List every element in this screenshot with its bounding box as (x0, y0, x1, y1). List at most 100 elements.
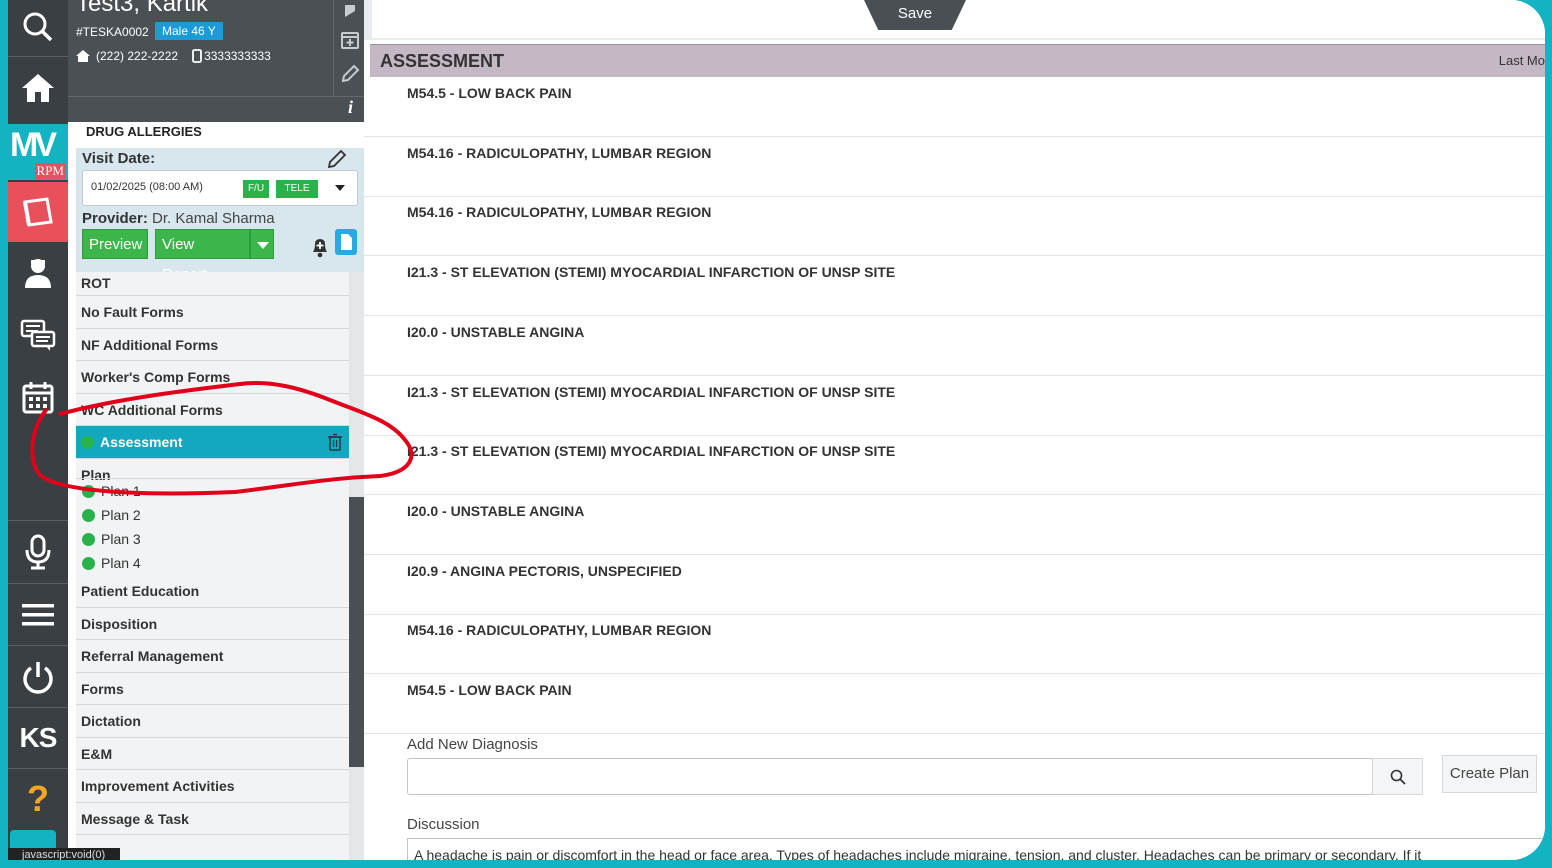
visit-date-select[interactable]: 01/02/2025 (08:00 AM) F/U TELE (82, 170, 358, 206)
chat-icon[interactable] (8, 310, 68, 360)
search-icon[interactable] (8, 4, 68, 50)
help-icon[interactable]: ? (8, 774, 68, 824)
diagnosis-row[interactable]: M54.16 - RADICULOPATHY, LUMBAR REGION (364, 137, 1545, 197)
view-report-button[interactable]: View Report (155, 229, 250, 283)
bell-add-icon[interactable] (310, 236, 330, 263)
visit-date-label: Visit Date: (82, 150, 156, 167)
search-icon (1390, 769, 1406, 785)
edit-patient-icon[interactable] (338, 62, 362, 86)
diagnosis-row[interactable]: M54.16 - RADICULOPATHY, LUMBAR REGION (364, 196, 1545, 257)
nav-item-disposition[interactable]: Disposition (76, 608, 349, 640)
nav-item-dictation[interactable]: Dictation (76, 705, 349, 738)
home-icon[interactable] (8, 64, 68, 112)
notebook-icon[interactable] (8, 182, 68, 242)
nav-scrollbar-thumb[interactable] (349, 497, 364, 767)
nav-item-e-m[interactable]: E&M (76, 738, 349, 770)
plan-item-label: Plan 1 (101, 483, 141, 499)
status-dot (82, 532, 95, 546)
diagnosis-label: M54.16 - RADICULOPATHY, LUMBAR REGION (407, 622, 712, 639)
drug-allergies-label[interactable]: DRUG ALLERGIES (76, 122, 364, 148)
plan-item-3[interactable]: Plan 3 (82, 527, 141, 551)
diagnosis-row[interactable]: I20.9 - ANGINA PECTORIS, UNSPECIFIED (364, 555, 1545, 615)
diagnosis-search-button[interactable] (1372, 758, 1423, 795)
diagnosis-row[interactable]: I20.0 - UNSTABLE ANGINA (364, 495, 1545, 555)
microphone-icon[interactable] (8, 528, 68, 576)
diagnosis-row[interactable]: I21.3 - ST ELEVATION (STEMI) MYOCARDIAL … (364, 435, 1545, 496)
telehealth-tag: TELE (276, 180, 318, 198)
nav-item-message-task[interactable]: Message & Task (76, 803, 349, 835)
nav-item-assessment[interactable]: Assessment (76, 426, 349, 459)
app-frame: MV RPM KS ? Test3, Kartik #TESKA0002 Mal… (8, 0, 1545, 860)
main-content: Save ASSESSMENT Last Mo M54.5 - LOW BACK… (364, 0, 1545, 860)
section-title: ASSESSMENT (380, 51, 505, 71)
save-button[interactable]: Save (864, 0, 966, 30)
diagnosis-row[interactable]: M54.5 - LOW BACK PAIN (364, 674, 1545, 734)
diagnosis-label: I20.9 - ANGINA PECTORIS, UNSPECIFIED (407, 562, 682, 579)
nav-item-referral-management[interactable]: Referral Management (76, 640, 349, 673)
discussion-label: Discussion (407, 816, 480, 833)
plan-item-label: Plan 3 (101, 531, 141, 547)
mobile-phone: 3333333333 (204, 49, 271, 63)
diagnosis-row[interactable]: I20.0 - UNSTABLE ANGINA (364, 316, 1545, 376)
diagnosis-row[interactable]: M54.16 - RADICULOPATHY, LUMBAR REGION (364, 614, 1545, 675)
diagnosis-row[interactable]: I21.3 - ST ELEVATION (STEMI) MYOCARDIAL … (364, 376, 1545, 436)
patient-name[interactable]: Test3, Kartik (76, 0, 208, 18)
calendar-icon[interactable] (8, 372, 68, 422)
diagnosis-label: I20.0 - UNSTABLE ANGINA (407, 502, 585, 519)
section-nav: ROT No Fault Forms NF Additional Forms Work… (76, 272, 349, 860)
chevron-down-icon (335, 185, 345, 191)
help-glyph: ? (27, 778, 49, 819)
user-initials[interactable]: KS (8, 714, 68, 762)
nav-item-rot[interactable]: ROT (76, 272, 349, 296)
diagnosis-row[interactable]: M54.5 - LOW BACK PAIN (364, 77, 1545, 137)
followup-tag: F/U (243, 180, 269, 198)
status-tooltip: javascript:void(0) (8, 848, 120, 860)
nav-item-worker-s-comp-forms[interactable]: Worker's Comp Forms (76, 361, 349, 394)
add-diagnosis-label: Add New Diagnosis (407, 736, 538, 753)
diagnosis-label: I21.3 - ST ELEVATION (STEMI) MYOCARDIAL … (407, 264, 896, 281)
nav-item-label: Assessment (100, 434, 183, 450)
view-report-dropdown[interactable] (250, 229, 274, 259)
mobile-phone-icon (192, 49, 202, 63)
assessment-header: ASSESSMENT Last Mo (370, 44, 1545, 77)
add-diagnosis-input[interactable] (407, 758, 1373, 795)
plan-item-1[interactable]: Plan 1 (82, 479, 141, 503)
diagnosis-label: I21.3 - ST ELEVATION (STEMI) MYOCARDIAL … (407, 383, 896, 400)
diagnosis-label: M54.16 - RADICULOPATHY, LUMBAR REGION (407, 144, 712, 161)
plan-item-label: Plan 2 (101, 507, 141, 523)
diagnosis-label: I20.0 - UNSTABLE ANGINA (407, 323, 585, 340)
rpm-logo[interactable]: MV RPM (8, 124, 68, 180)
user-initials-text: KS (19, 722, 58, 753)
nav-item-patient-education[interactable]: Patient Education (76, 575, 349, 608)
nav-item-nf-additional-forms[interactable]: NF Additional Forms (76, 329, 349, 361)
calendar-add-icon[interactable] (338, 28, 362, 52)
create-plan-button[interactable]: Create Plan (1442, 755, 1537, 793)
home-phone-icon (76, 50, 90, 62)
status-dot (82, 484, 95, 498)
doctor-icon[interactable] (8, 248, 68, 298)
edit-visit-icon[interactable] (326, 148, 348, 170)
flag-icon[interactable] (338, 0, 362, 24)
patient-header: Test3, Kartik #TESKA0002 Male 46 Y (222)… (68, 0, 364, 122)
nav-item-wc-additional-forms[interactable]: WC Additional Forms (76, 394, 349, 426)
trash-icon[interactable] (327, 433, 343, 451)
visit-panel: Visit Date: 01/02/2025 (08:00 AM) F/U TE… (76, 148, 364, 283)
info-icon[interactable]: i (348, 97, 353, 118)
discussion-textarea[interactable]: A headache is pain or discomfort in the … (407, 838, 1545, 860)
document-icon[interactable] (334, 228, 358, 261)
patient-id: #TESKA0002 (76, 25, 149, 39)
diagnosis-row[interactable]: I21.3 - ST ELEVATION (STEMI) MYOCARDIAL … (364, 256, 1545, 317)
nav-item-forms[interactable]: Forms (76, 673, 349, 705)
visit-date-value: 01/02/2025 (08:00 AM) (91, 181, 203, 193)
plan-item-4[interactable]: Plan 4 (82, 551, 141, 575)
nav-item-improvement-activities[interactable]: Improvement Activities (76, 770, 349, 803)
patient-demographics-badge: Male 46 Y (155, 22, 223, 40)
plan-item-2[interactable]: Plan 2 (82, 503, 141, 527)
nav-item-no-fault-forms[interactable]: No Fault Forms (76, 296, 349, 329)
diagnosis-label: M54.5 - LOW BACK PAIN (407, 682, 572, 698)
preview-button[interactable]: Preview (82, 229, 148, 259)
menu-icon[interactable] (8, 592, 68, 638)
icon-sidebar: MV RPM KS ? (8, 0, 68, 860)
status-dot (82, 556, 95, 570)
power-icon[interactable] (8, 653, 68, 701)
